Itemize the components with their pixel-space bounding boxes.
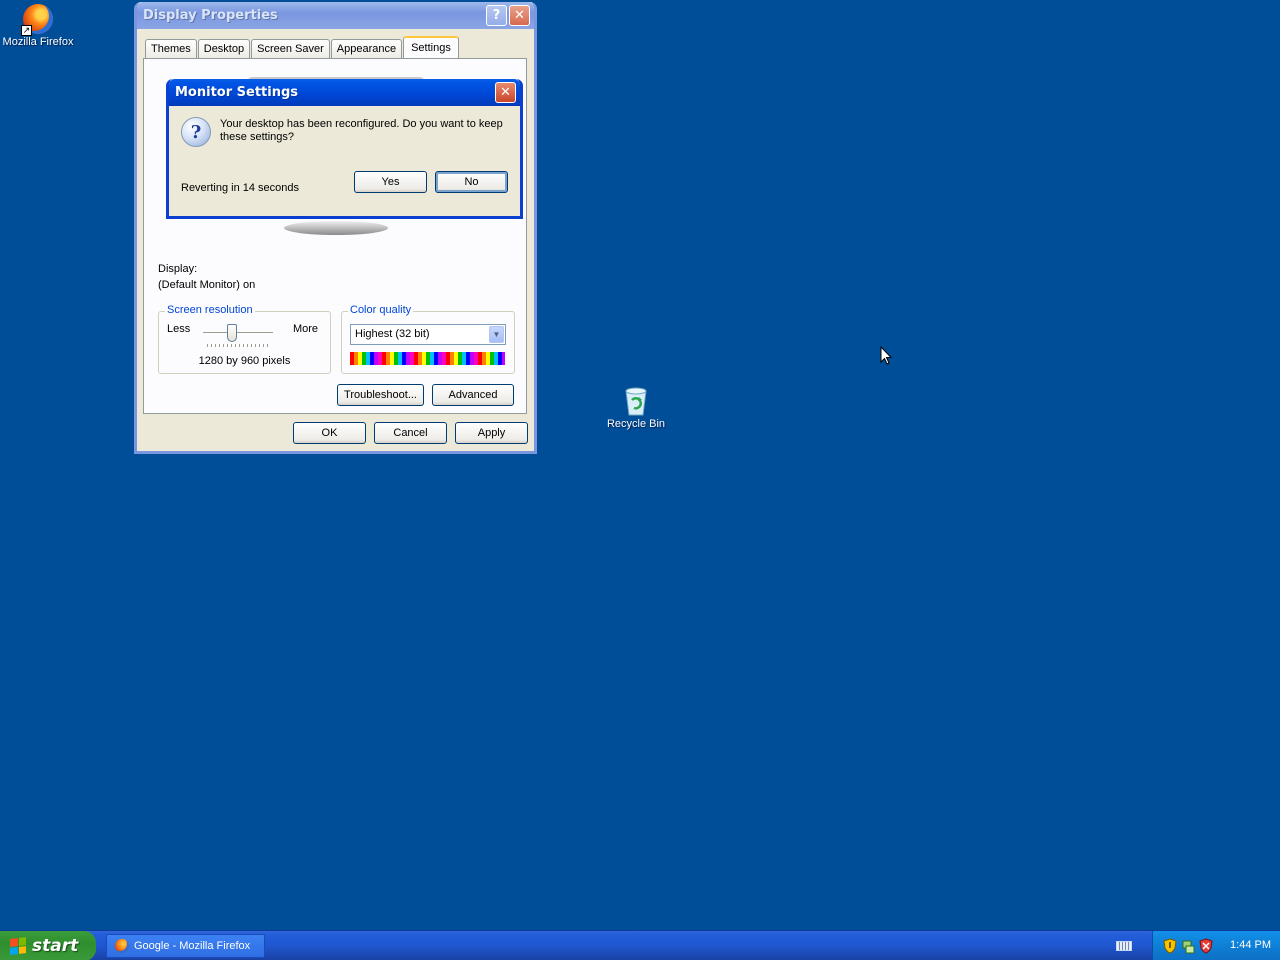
windows-logo-icon [10,937,26,955]
tab-screen-saver[interactable]: Screen Saver [251,39,330,58]
clock[interactable]: 1:44 PM [1230,939,1271,951]
resolution-slider[interactable] [203,324,273,348]
keyboard-icon[interactable] [1116,941,1132,951]
monitor-settings-titlebar[interactable]: Monitor Settings ✕ [169,79,520,106]
antivirus-shield-icon[interactable] [1199,938,1213,954]
taskbar: start Google - Mozilla Firefox 1:44 PM [0,930,1280,960]
resolution-less-label: Less [167,323,191,335]
network-icon[interactable] [1181,938,1195,954]
mouse-cursor-icon [880,346,892,365]
close-icon: ✕ [514,8,525,23]
display-properties-window: Display Properties ? ✕ Themes Desktop Sc… [134,2,537,454]
slider-ticks [207,344,269,347]
close-icon: ✕ [500,85,511,100]
shortcut-arrow-icon: ↗ [21,25,32,36]
resolution-value: 1280 by 960 pixels [198,355,291,367]
start-label: start [32,936,79,956]
desktop-icon-firefox[interactable]: ↗ Mozilla Firefox [0,4,76,48]
display-properties-titlebar[interactable]: Display Properties ? ✕ [137,2,534,29]
chevron-down-icon: ▼ [492,330,501,339]
dropdown-button[interactable]: ▼ [489,326,504,343]
tab-themes[interactable]: Themes [145,39,197,58]
color-spectrum-bar [350,352,505,365]
tab-settings[interactable]: Settings [403,36,459,58]
recycle-bin-icon [622,386,650,416]
system-tray: 1:44 PM [1152,931,1280,960]
color-quality-value: Highest (32 bit) [355,328,430,340]
color-quality-group: Color quality Highest (32 bit) ▼ [341,304,515,374]
slider-track [203,332,273,335]
firefox-icon [115,939,129,953]
screen-resolution-group: Screen resolution Less More 1280 by 960 … [158,304,331,374]
dialog-message: Your desktop has been reconfigured. Do y… [220,118,503,143]
desktop-icon-recycle-bin[interactable]: Recycle Bin [598,386,674,430]
monitor-settings-dialog: Monitor Settings ✕ ? Your desktop has be… [166,79,523,219]
color-quality-legend: Color quality [348,304,414,316]
taskbar-item-label: Google - Mozilla Firefox [134,940,251,952]
tab-desktop[interactable]: Desktop [197,39,251,58]
slider-thumb[interactable] [227,324,237,342]
monitor-stand [284,221,388,235]
tab-strip: Themes Desktop Screen Saver Appearance S… [145,36,460,58]
dialog-title: Monitor Settings [175,85,299,100]
screen-resolution-legend: Screen resolution [165,304,255,316]
question-icon: ? [181,117,211,147]
security-shield-icon[interactable] [1163,938,1177,954]
no-button[interactable]: No [435,171,508,193]
taskbar-item-firefox[interactable]: Google - Mozilla Firefox [106,934,265,958]
color-quality-select[interactable]: Highest (32 bit) ▼ [350,324,506,345]
countdown-text: Reverting in 14 seconds [181,182,300,194]
display-label: Display: [158,263,198,275]
apply-button[interactable]: Apply [455,422,528,444]
tab-appearance[interactable]: Appearance [330,39,403,58]
help-icon: ? [492,8,501,23]
cancel-button[interactable]: Cancel [374,422,447,444]
desktop-icon-label: Recycle Bin [606,418,666,430]
resolution-more-label: More [292,323,318,335]
ok-button[interactable]: OK [293,422,366,444]
help-button[interactable]: ? [486,5,507,26]
dialog-close-button[interactable]: ✕ [495,82,516,103]
display-value: (Default Monitor) on [158,279,256,291]
firefox-icon: ↗ [21,4,53,36]
yes-button[interactable]: Yes [354,171,427,193]
start-button[interactable]: start [0,931,96,960]
close-button[interactable]: ✕ [509,5,530,26]
advanced-button[interactable]: Advanced [432,384,514,406]
troubleshoot-button[interactable]: Troubleshoot... [337,384,424,406]
desktop-icon-label: Mozilla Firefox [2,36,74,48]
dialog-body: ? Your desktop has been reconfigured. Do… [169,106,520,216]
window-title: Display Properties [143,8,278,23]
